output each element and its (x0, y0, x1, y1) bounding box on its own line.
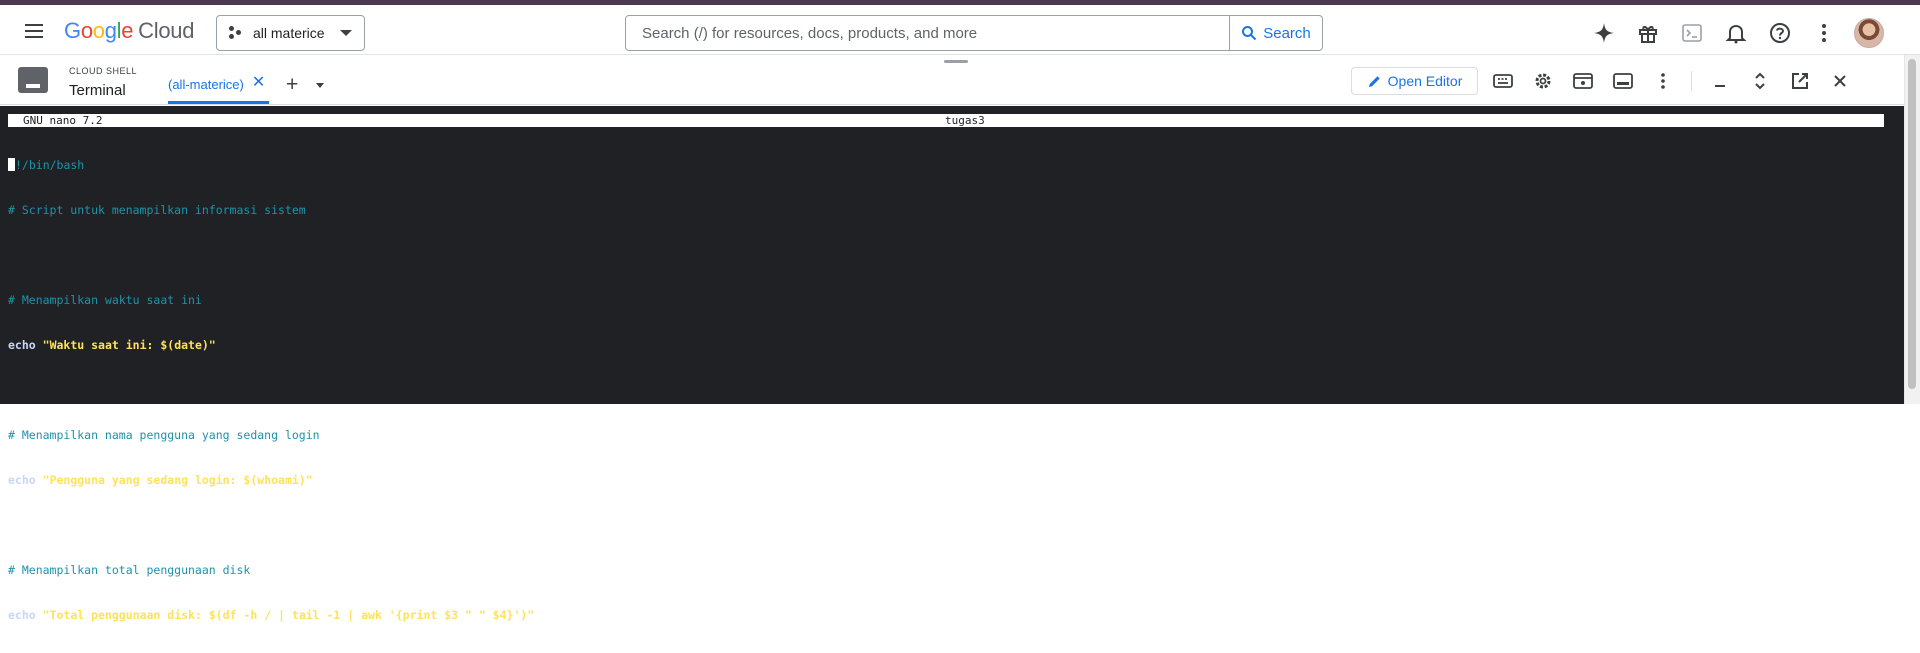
logo-google-text: Google (64, 18, 134, 43)
panel-layout-icon[interactable] (1603, 69, 1643, 93)
editor-buffer[interactable]: !/bin/bash # Script untuk menampilkan in… (8, 128, 534, 653)
menu-icon[interactable] (22, 19, 46, 43)
toolbar-divider (1691, 71, 1692, 91)
page-scrollbar[interactable] (1904, 55, 1920, 404)
code-line: echo "Total penggunaan disk: $(df -h / |… (8, 608, 535, 622)
tab-menu-chevron-icon[interactable] (316, 83, 324, 88)
header-actions (1590, 18, 1884, 48)
logo-cloud-text: Cloud (138, 18, 195, 43)
google-cloud-logo[interactable]: Google Cloud (64, 18, 194, 44)
user-avatar[interactable] (1854, 18, 1884, 48)
code-line: # Menampilkan waktu saat ini (8, 293, 202, 307)
open-editor-label: Open Editor (1387, 73, 1463, 89)
nano-version: GNU nano 7.2 (23, 114, 103, 127)
search-icon (1242, 26, 1257, 41)
pencil-icon (1368, 75, 1380, 87)
more-vert-icon[interactable] (1810, 19, 1838, 47)
code-line: echo "Waktu saat ini: $(date)" (8, 338, 216, 352)
terminal-icon (18, 67, 48, 93)
shell-resize-handle[interactable] (944, 60, 968, 63)
cloud-shell-bar: CLOUD SHELL Terminal (all-materice) ✕ + … (0, 57, 1904, 105)
shell-caption: CLOUD SHELL (69, 66, 138, 76)
open-editor-button[interactable]: Open Editor (1351, 67, 1478, 95)
gear-icon[interactable] (1523, 69, 1563, 93)
code-line: # Menampilkan total penggunaan disk (8, 563, 251, 577)
nano-title-bar: GNU nano 7.2 tugas3 (8, 114, 1884, 127)
text-cursor (8, 158, 15, 171)
bell-icon[interactable] (1722, 19, 1750, 47)
keyboard-icon[interactable] (1483, 69, 1523, 93)
project-picker[interactable]: all materice (216, 15, 365, 51)
gift-icon[interactable] (1634, 19, 1662, 47)
search-button-label: Search (1263, 24, 1311, 42)
nano-file-name: tugas3 (945, 114, 985, 127)
open-new-window-icon[interactable] (1780, 69, 1820, 93)
cloud-shell-icon[interactable] (1678, 19, 1706, 47)
close-icon[interactable] (1820, 69, 1860, 93)
code-line: !/bin/bash (8, 158, 534, 173)
tab-all-materice[interactable]: (all-materice) ✕ (168, 75, 269, 104)
gemini-sparkle-icon[interactable] (1590, 19, 1618, 47)
code-line: echo "Pengguna yang sedang login: $(whoa… (8, 473, 313, 487)
project-name: all materice (253, 25, 325, 41)
shell-toolbar (1483, 69, 1860, 93)
web-preview-icon[interactable] (1563, 69, 1603, 93)
shell-title: Terminal (69, 82, 126, 99)
terminal-panel[interactable]: GNU nano 7.2 tugas3 !/bin/bash # Script … (0, 106, 1904, 622)
project-icon (229, 26, 243, 40)
console-header: Google Cloud all materice Search (0, 5, 1920, 55)
close-tab-icon[interactable]: ✕ (252, 75, 265, 91)
minimize-icon[interactable] (1700, 69, 1740, 93)
expand-collapse-icon[interactable] (1740, 69, 1780, 93)
search-bar: Search (625, 15, 1323, 51)
code-line: # Menampilkan nama pengguna yang sedang … (8, 428, 320, 442)
code-line: # Script untuk menampilkan informasi sis… (8, 203, 306, 217)
more-vert-icon[interactable] (1643, 69, 1683, 93)
scrollbar-thumb[interactable] (1908, 59, 1916, 389)
add-tab-icon[interactable]: + (286, 73, 298, 97)
help-icon[interactable] (1766, 19, 1794, 47)
tab-label: (all-materice) (168, 77, 244, 92)
search-button[interactable]: Search (1229, 16, 1322, 50)
search-input[interactable] (626, 16, 1229, 50)
chevron-down-icon (340, 30, 352, 36)
